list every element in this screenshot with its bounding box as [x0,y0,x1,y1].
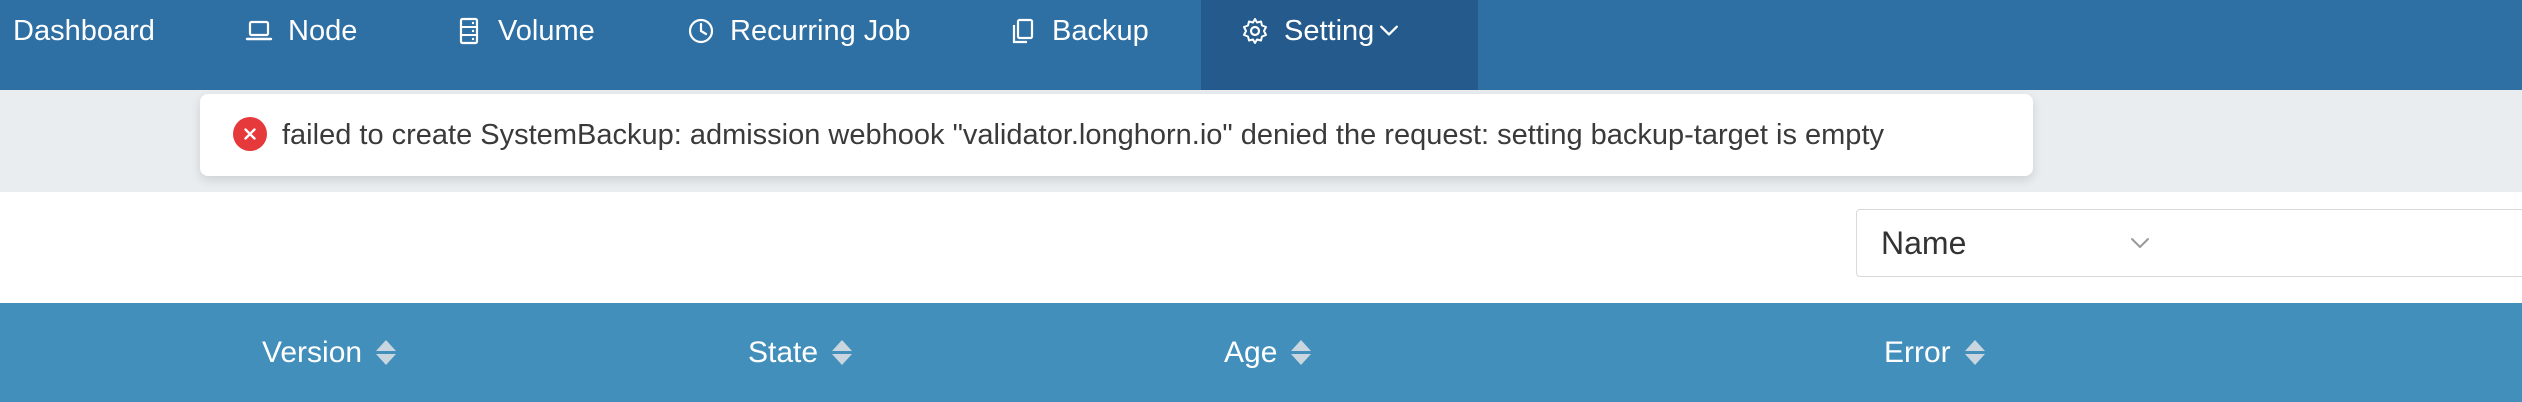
sort-icon[interactable] [832,340,853,365]
nav-item-dashboard[interactable]: Dashboard [13,0,155,62]
sort-icon[interactable] [376,340,397,365]
filter-field-select[interactable]: Name [1856,209,2176,277]
nav-label-node: Node [288,14,358,47]
top-navigation: Dashboard Node Volume Recurring Job Back… [0,0,2522,90]
column-header-state[interactable]: State [748,303,853,402]
nav-label-recurring-job: Recurring Job [730,14,911,47]
nav-item-node[interactable]: Node [244,0,357,62]
clock-icon [688,18,714,44]
database-icon [459,17,479,45]
filter-field-value: Name [1881,225,1967,261]
chevron-down-icon [1380,25,1399,36]
nav-item-setting[interactable]: Setting [1240,0,1402,62]
nav-label-backup: Backup [1052,14,1149,47]
error-circle-icon [233,117,267,151]
nav-label-setting: Setting [1284,14,1375,47]
column-label-version: Version [262,335,363,369]
nav-item-volume[interactable]: Volume [454,0,595,62]
filter-search-input[interactable] [2175,209,2522,277]
column-label-state: State [748,335,819,369]
copy-icon [1012,18,1034,44]
column-label-error: Error [1884,335,1951,369]
chevron-down-icon [2131,238,2149,248]
column-label-age: Age [1224,335,1278,369]
sort-icon[interactable] [1291,340,1312,365]
nav-label-dashboard: Dashboard [13,14,155,47]
column-header-version[interactable]: Version [262,303,397,402]
gear-icon [1243,18,1267,44]
close-x-icon [244,128,256,140]
laptop-icon [245,20,273,41]
nav-item-backup[interactable]: Backup [1008,0,1149,62]
column-header-age[interactable]: Age [1224,303,1312,402]
nav-label-volume: Volume [498,14,595,47]
error-message: failed to create SystemBackup: admission… [282,119,1884,151]
error-notification: failed to create SystemBackup: admission… [200,94,2033,176]
sort-icon[interactable] [1964,340,1985,365]
nav-item-recurring-job[interactable]: Recurring Job [686,0,911,62]
column-header-error[interactable]: Error [1884,303,1985,402]
